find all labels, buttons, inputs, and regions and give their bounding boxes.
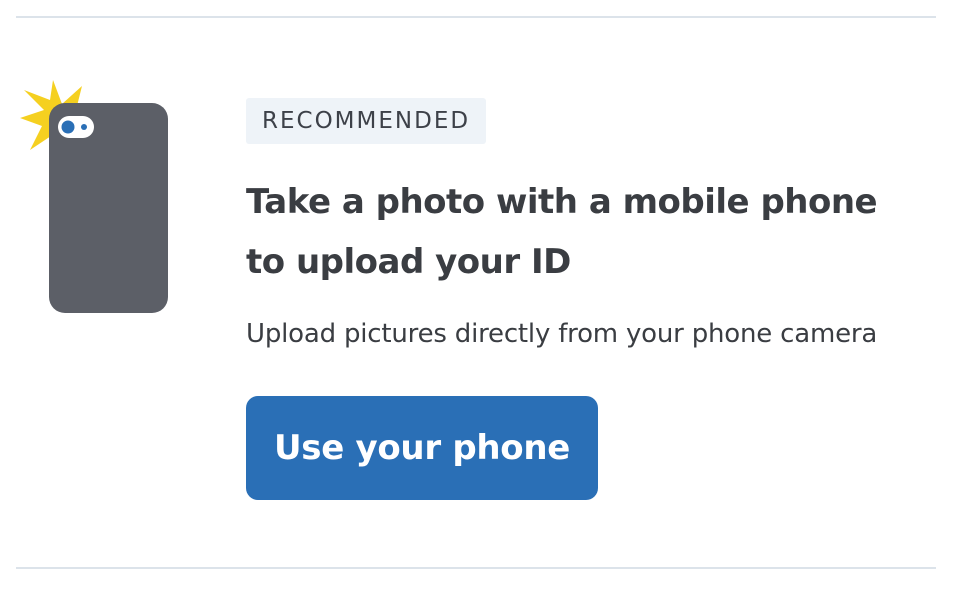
camera-lens (61, 120, 75, 134)
option-description: Upload pictures directly from your phone… (246, 319, 878, 349)
camera-sensor (81, 124, 87, 130)
option-title: Take a photo with a mobile phone to uplo… (246, 182, 878, 282)
use-your-phone-button[interactable]: Use your phone (246, 396, 598, 500)
phone-camera-flash-icon (18, 80, 178, 320)
top-divider (16, 16, 936, 18)
bottom-divider (16, 567, 936, 569)
option-content: RECOMMENDED Take a photo with a mobile p… (246, 98, 926, 500)
recommended-badge: RECOMMENDED (246, 98, 487, 144)
upload-option-card: RECOMMENDED Take a photo with a mobile p… (0, 0, 960, 590)
